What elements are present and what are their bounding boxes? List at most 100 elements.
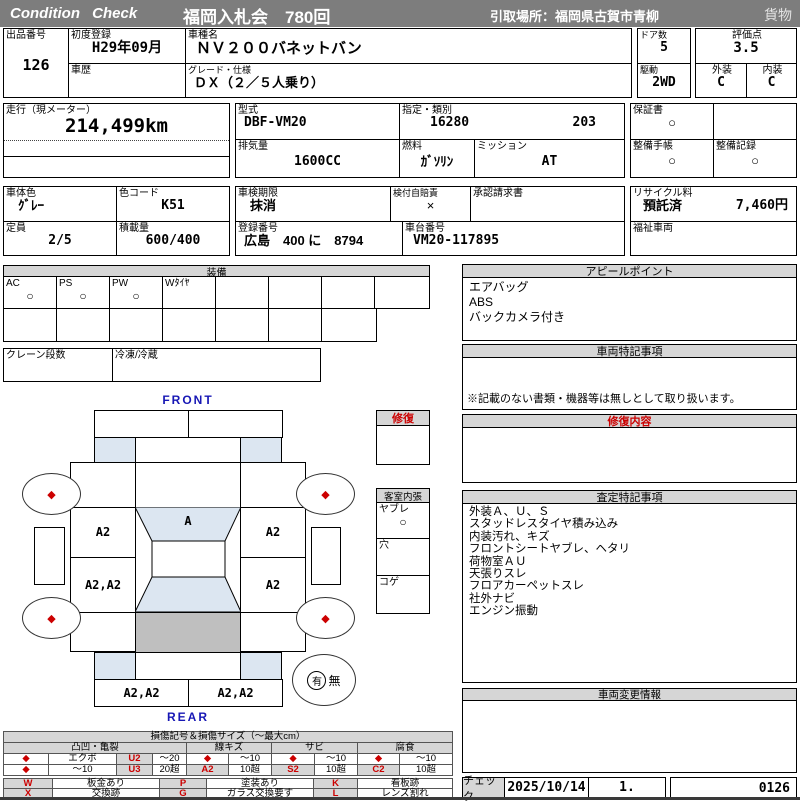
exterior-grade-value: C <box>717 75 725 90</box>
equipment-cell-empty <box>109 308 163 342</box>
presence-no: 無 <box>328 673 341 688</box>
right-side-step <box>311 527 341 585</box>
auction-title: 福岡入札会 780回 <box>183 8 331 27</box>
equipment-cell-wtire: Wﾀｲﾔ <box>162 276 216 309</box>
equipment-cell-empty <box>215 308 269 342</box>
assessment-items: 外装Ａ、Ｕ、Ｓ スタッドレスタイヤ積み込み 内装汚れ、キズ フロントシートヤブレ… <box>469 506 630 618</box>
assessment-header: 査定特記事項 <box>462 490 797 504</box>
cabin-burn-cell: コゲ <box>376 575 430 614</box>
front-cowl-left <box>94 437 136 463</box>
displacement-value: 1600CC <box>294 154 341 169</box>
windshield-mark: A <box>184 514 192 528</box>
repair-box-header: 修復 <box>376 410 430 426</box>
model-code-value: DBF-VM20 <box>244 115 307 130</box>
doors-cell: ドア数 5 <box>637 28 691 64</box>
score-cell: 評価点 3.5 <box>695 28 797 64</box>
class-number-2: 203 <box>572 115 596 130</box>
class-number: 16280 <box>430 115 470 130</box>
welfare-vehicle-label: 福祉車両 <box>633 223 673 234</box>
left-side-step <box>34 527 65 585</box>
legend-title-text: 損傷記号＆損傷サイズ（～最大cm） <box>150 731 306 743</box>
freezer-label: 冷凍/冷蔵 <box>115 350 158 361</box>
first-registration-cell: 初度登録 H29年09月 <box>68 28 186 64</box>
wheel-front-right: ◆ <box>296 473 355 515</box>
presence-yes-circled: 有 <box>307 670 327 690</box>
right-front-door-mark: A2 <box>265 525 281 539</box>
equipment-mark: ○ <box>26 289 34 303</box>
front-cowl-right <box>240 437 282 463</box>
left-front-door-mark: A2 <box>95 525 111 539</box>
legend-cell: 10超 <box>314 764 358 776</box>
cabin-hole-label: 穴 <box>379 540 389 551</box>
diagram-rear-label: REAR <box>166 710 209 724</box>
empty-cell <box>713 103 797 140</box>
chassis-number-value: VM20-117895 <box>413 233 500 248</box>
model-name-cell: 車種名 ＮＶ２００バネットバン <box>185 28 632 64</box>
equipment-mark: ○ <box>132 289 140 303</box>
equipment-cell-ac: AC ○ <box>3 276 57 309</box>
transmission-cell: ミッション AT <box>474 139 625 178</box>
color-code-value: K51 <box>161 198 185 213</box>
legend-cell: 20超 <box>152 764 187 776</box>
maintenance-book-label: 整備手帳 <box>633 141 673 152</box>
load-capacity-cell: 積載量 600/400 <box>116 221 230 256</box>
maintenance-book-mark: ○ <box>668 153 676 168</box>
equipment-cell-empty <box>321 276 375 309</box>
brand-logo: Condition Check <box>10 5 138 22</box>
repair-box-title: 修復 <box>392 413 414 425</box>
divider <box>4 156 229 157</box>
body-color-cell: 車体色 ｸﾞﾚｰ <box>3 186 117 222</box>
class-cell: 指定・類別 16280 203 <box>399 103 625 140</box>
pickup-location: 引取場所：福岡県古賀市青柳 <box>490 9 660 24</box>
equipment-cell-empty <box>374 276 430 309</box>
vehicle-notes-header: 車両特記事項 <box>462 344 797 358</box>
left-rear-panel-mark: A2,A2 <box>84 577 122 592</box>
equipment-label: Wﾀｲﾔ <box>165 278 190 289</box>
load-capacity-value: 600/400 <box>145 233 201 248</box>
first-registration-value: H29年09月 <box>91 40 163 56</box>
warranty-cell: 保証書 ○ <box>630 103 714 140</box>
transmission-value: AT <box>541 154 558 169</box>
capacity-cell: 定員 2/5 <box>3 221 117 256</box>
equipment-cell-empty <box>162 308 216 342</box>
presence-badge: 有 無 <box>292 654 356 706</box>
legend-code: A2 <box>186 764 229 776</box>
model-name-value: ＮＶ２００バネットバン <box>196 40 362 57</box>
grade-cell: グレード・仕様 ＤＸ（２／５人乗り） <box>185 63 632 98</box>
vehicle-notes-body: ※記載のない書類・機器等は無しとして取り扱います。 <box>462 357 797 410</box>
displacement-cell: 排気量 1600CC <box>235 139 400 178</box>
history-label: 車歴 <box>71 65 91 76</box>
repair-content-body <box>462 427 797 483</box>
insurance-mark: × <box>426 198 435 213</box>
fuel-cell: 燃料 ｶﾞｿﾘﾝ <box>399 139 475 178</box>
appeal-body: エアバッグ ABS バックカメラ付き <box>462 277 797 341</box>
fuel-value: ｶﾞｿﾘﾝ <box>420 154 454 169</box>
sheet-number-cell: 0126 <box>670 777 797 798</box>
change-info-text <box>463 701 796 705</box>
check-label-cell: チェック <box>462 775 505 803</box>
front-bumper-left <box>94 410 189 438</box>
equipment-cell-empty <box>268 308 322 342</box>
right-rear-panel-mark: A2 <box>265 577 281 592</box>
interior-grade-value: C <box>767 75 776 90</box>
doors-value: 5 <box>660 40 668 55</box>
interior-grade-cell: 内装 C <box>746 63 797 98</box>
color-code-cell: 色コード K51 <box>116 186 230 222</box>
diagram-front-label: FRONT <box>162 393 214 407</box>
mileage-cell: 走行（現メーター） 214,499km <box>3 103 230 178</box>
legend-cell: 10超 <box>228 764 272 776</box>
exterior-grade-cell: 外装 C <box>695 63 747 98</box>
legend-cell: ～10 <box>48 764 117 776</box>
rear-cowl-right <box>240 652 282 680</box>
wheel-front-left: ◆ <box>22 473 81 515</box>
equipment-cell-empty <box>3 308 57 342</box>
crane-label: クレーン段数 <box>6 350 66 361</box>
wheel-rear-left: ◆ <box>22 597 81 639</box>
cabin-lining-header: 客室内張 <box>376 488 430 503</box>
rear-bumper-right-mark: A2,A2 <box>188 679 283 707</box>
history-cell: 車歴 <box>68 63 186 98</box>
equipment-cell-empty <box>321 308 377 342</box>
legend-code: U3 <box>116 764 153 776</box>
registration-number-cell: 登録番号 広島 400 に 8794 <box>235 221 403 256</box>
inspection-cell: 車検期限 抹消 <box>235 186 391 222</box>
